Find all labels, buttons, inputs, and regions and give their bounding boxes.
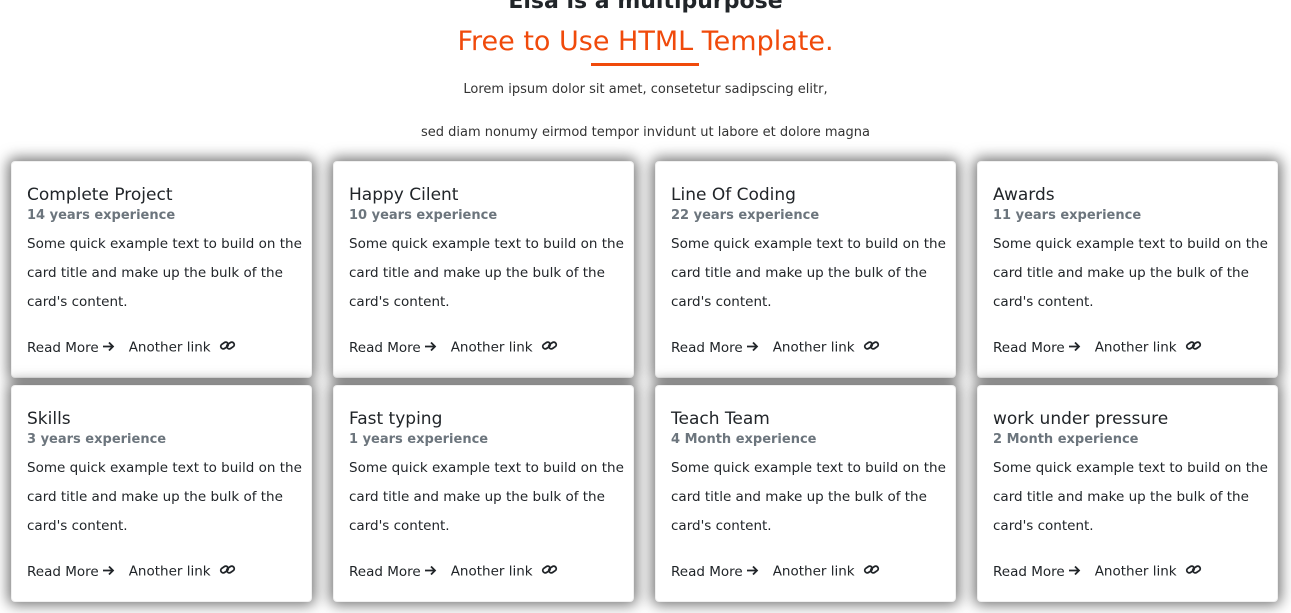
another-link-label: Another link: [1094, 339, 1177, 356]
link-icon: [541, 563, 558, 580]
arrow-right-icon: [102, 340, 115, 356]
card-subtitle: 2 Month experience: [993, 432, 1139, 447]
card-text: Some quick example text to build on the …: [27, 236, 302, 310]
read-more-link[interactable]: Read More: [671, 564, 759, 580]
experience-card-grid: Complete Project 14 years experience Som…: [11, 161, 1279, 605]
card-links: Read More Another link: [671, 563, 880, 580]
section-lead-line-2: sed diam nonumy eirmod tempor invidunt u…: [421, 125, 870, 140]
link-icon: [863, 563, 880, 580]
read-more-link[interactable]: Read More: [671, 340, 759, 356]
card-title: Line Of Coding: [671, 185, 796, 205]
card-title: Happy Cilent: [349, 185, 459, 205]
card-text: Some quick example text to build on the …: [671, 460, 946, 534]
card-text: Some quick example text to build on the …: [349, 460, 624, 534]
card-complete-project: Complete Project 14 years experience Som…: [11, 161, 312, 378]
section-lead-line-1: Lorem ipsum dolor sit amet, consetetur s…: [463, 82, 828, 97]
another-link[interactable]: Another link: [1095, 563, 1202, 580]
another-link-label: Another link: [450, 563, 533, 580]
another-link-label: Another link: [772, 563, 855, 580]
read-more-label: Read More: [993, 563, 1065, 580]
card-line-of-coding: Line Of Coding 22 years experience Some …: [655, 161, 956, 378]
read-more-label: Read More: [671, 339, 743, 356]
link-icon: [863, 339, 880, 356]
read-more-label: Read More: [27, 339, 99, 356]
read-more-link[interactable]: Read More: [993, 340, 1081, 356]
read-more-label: Read More: [349, 339, 421, 356]
card-teach-team: Teach Team 4 Month experience Some quick…: [655, 385, 956, 602]
card-links: Read More Another link: [27, 563, 236, 580]
card-links: Read More Another link: [993, 563, 1202, 580]
card-awards: Awards 11 years experience Some quick ex…: [977, 161, 1278, 378]
card-text: Some quick example text to build on the …: [671, 236, 946, 310]
arrow-right-icon: [746, 564, 759, 580]
card-subtitle: 3 years experience: [27, 432, 167, 447]
card-links: Read More Another link: [993, 339, 1202, 356]
card-links: Read More Another link: [349, 339, 558, 356]
read-more-label: Read More: [349, 563, 421, 580]
read-more-link[interactable]: Read More: [993, 564, 1081, 580]
headline-underline: [591, 63, 699, 66]
another-link[interactable]: Another link: [129, 339, 236, 356]
link-icon: [219, 563, 236, 580]
read-more-link[interactable]: Read More: [349, 564, 437, 580]
card-title: Skills: [27, 409, 71, 429]
card-title: Complete Project: [27, 185, 173, 205]
card-subtitle: 1 years experience: [349, 432, 489, 447]
card-title: Fast typing: [349, 409, 443, 429]
card-text: Some quick example text to build on the …: [27, 460, 302, 534]
read-more-link[interactable]: Read More: [349, 340, 437, 356]
section-kicker: Elsa is a multipurpose: [508, 0, 783, 14]
card-subtitle: 10 years experience: [349, 208, 498, 223]
arrow-right-icon: [424, 340, 437, 356]
another-link[interactable]: Another link: [773, 563, 880, 580]
another-link[interactable]: Another link: [773, 339, 880, 356]
read-more-label: Read More: [671, 563, 743, 580]
arrow-right-icon: [424, 564, 437, 580]
another-link-label: Another link: [1094, 563, 1177, 580]
arrow-right-icon: [102, 564, 115, 580]
link-icon: [219, 339, 236, 356]
read-more-link[interactable]: Read More: [27, 340, 115, 356]
another-link-label: Another link: [772, 339, 855, 356]
arrow-right-icon: [746, 340, 759, 356]
another-link-label: Another link: [450, 339, 533, 356]
card-title: work under pressure: [993, 409, 1169, 429]
card-text: Some quick example text to build on the …: [993, 236, 1268, 310]
another-link-label: Another link: [128, 563, 211, 580]
card-skills: Skills 3 years experience Some quick exa…: [11, 385, 312, 602]
arrow-right-icon: [1068, 340, 1081, 356]
card-title: Teach Team: [671, 409, 770, 429]
another-link[interactable]: Another link: [1095, 339, 1202, 356]
card-subtitle: 4 Month experience: [671, 432, 817, 447]
card-links: Read More Another link: [671, 339, 880, 356]
read-more-label: Read More: [27, 563, 99, 580]
card-happy-client: Happy Cilent 10 years experience Some qu…: [333, 161, 634, 378]
another-link-label: Another link: [128, 339, 211, 356]
card-links: Read More Another link: [349, 563, 558, 580]
section-headline: Free to Use HTML Template.: [457, 26, 834, 57]
another-link[interactable]: Another link: [129, 563, 236, 580]
read-more-link[interactable]: Read More: [27, 564, 115, 580]
card-work-under-pressure: work under pressure 2 Month experience S…: [977, 385, 1278, 602]
card-text: Some quick example text to build on the …: [993, 460, 1268, 534]
another-link[interactable]: Another link: [451, 339, 558, 356]
card-fast-typing: Fast typing 1 years experience Some quic…: [333, 385, 634, 602]
card-links: Read More Another link: [27, 339, 236, 356]
another-link[interactable]: Another link: [451, 563, 558, 580]
arrow-right-icon: [1068, 564, 1081, 580]
link-icon: [1185, 339, 1202, 356]
card-title: Awards: [993, 185, 1055, 205]
card-subtitle: 11 years experience: [993, 208, 1142, 223]
card-subtitle: 22 years experience: [671, 208, 820, 223]
card-subtitle: 14 years experience: [27, 208, 176, 223]
link-icon: [1185, 563, 1202, 580]
link-icon: [541, 339, 558, 356]
card-text: Some quick example text to build on the …: [349, 236, 624, 310]
read-more-label: Read More: [993, 339, 1065, 356]
